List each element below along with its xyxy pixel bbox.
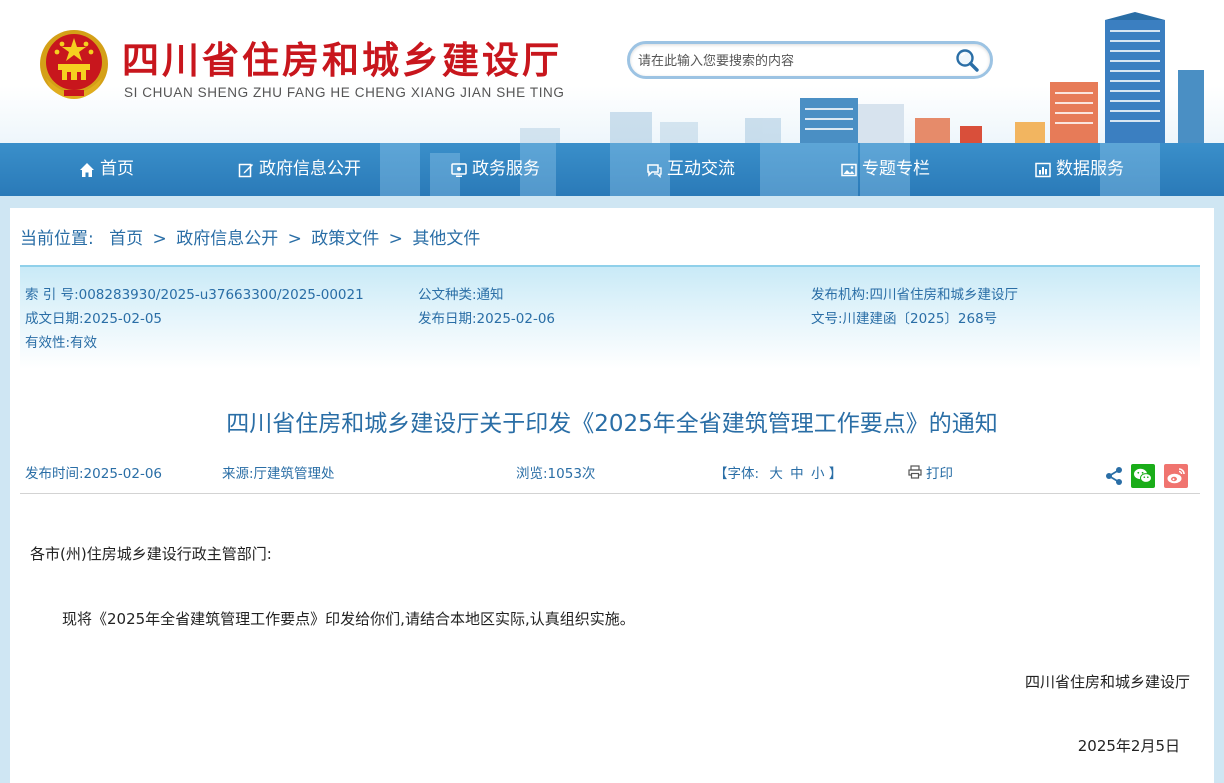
nav-item-label: 数据服务 (1056, 159, 1124, 179)
meta-doc-no: 文号:川建建函〔2025〕268号 (811, 311, 998, 327)
breadcrumb-policy[interactable]: 政策文件 (311, 229, 379, 249)
share-icon[interactable] (1102, 464, 1126, 488)
nav-item-gov-info[interactable]: 政府信息公开 (238, 143, 361, 196)
article-date: 2025年2月5日 (1077, 737, 1180, 755)
meta-index-no: 索 引 号:008283930/2025-u37663300/2025-0002… (25, 287, 364, 303)
font-large-button[interactable]: 大 (769, 466, 783, 482)
nav-item-label: 政府信息公开 (259, 159, 361, 179)
font-size-label: 【字体: (714, 466, 760, 482)
article-salutation: 各市(州)住房城乡建设行政主管部门: (30, 545, 272, 563)
nav-item-topics[interactable]: 专题专栏 (841, 143, 930, 196)
article-title: 四川省住房和城乡建设厅关于印发《2025年全省建筑管理工作要点》的通知 (226, 411, 998, 437)
breadcrumb-separator: > (152, 229, 167, 249)
document-meta: 索 引 号:008283930/2025-u37663300/2025-0002… (20, 265, 1200, 369)
nav-item-label: 政务服务 (472, 159, 540, 179)
print-button[interactable]: 打印 (908, 462, 953, 482)
print-icon (908, 465, 922, 479)
breadcrumb-separator: > (388, 229, 403, 249)
article-views: 浏览:1053次 (516, 466, 596, 482)
article-paragraph: 现将《2025年全省建筑管理工作要点》印发给你们,请结合本地区实际,认真组织实施… (62, 610, 635, 628)
meta-issuer: 发布机构:四川省住房和城乡建设厅 (811, 287, 1019, 303)
chat-icon (647, 163, 662, 178)
meta-doc-type: 公文种类:通知 (418, 287, 504, 303)
breadcrumb-separator: > (287, 229, 302, 249)
city-skyline-illustration (520, 12, 1204, 143)
nav-item-label: 互动交流 (667, 159, 735, 179)
image-icon (841, 163, 857, 176)
home-icon (80, 162, 94, 177)
font-size-close: 】 (828, 466, 843, 482)
meta-created-date: 成文日期:2025-02-05 (25, 311, 163, 327)
site-header: 四川省住房和城乡建设厅 SI CHUAN SHENG ZHU FANG HE C… (0, 0, 1224, 143)
article-source: 来源:厅建筑管理处 (222, 466, 335, 482)
content-panel: 当前位置: 首页 > 政府信息公开 > 政策文件 > 其他文件 索 引 号:00… (10, 208, 1214, 783)
breadcrumb-other-docs[interactable]: 其他文件 (412, 229, 480, 249)
article-signature: 四川省住房和城乡建设厅 (1024, 673, 1190, 691)
nav-item-data[interactable]: 数据服务 (1035, 143, 1124, 196)
nav-item-label: 首页 (100, 159, 134, 179)
weibo-share-icon[interactable] (1164, 464, 1188, 488)
nav-item-services[interactable]: 政务服务 (451, 143, 540, 196)
breadcrumb-home[interactable]: 首页 (109, 229, 143, 249)
nav-item-home[interactable]: 首页 (79, 143, 134, 196)
national-emblem-icon (40, 30, 108, 99)
meta-validity: 有效性:有效 (25, 335, 98, 351)
print-label: 打印 (926, 466, 953, 482)
edit-icon (238, 163, 253, 177)
wechat-share-icon[interactable] (1131, 464, 1155, 488)
main-nav: 首页 政府信息公开 政务服务 互动交流 专题专栏 数据服务 (0, 143, 1224, 196)
font-size-control: 【字体: 大 中 小 】 (714, 462, 842, 482)
breadcrumb-prefix: 当前位置: (20, 229, 94, 249)
meta-publish-date: 发布日期:2025-02-06 (418, 311, 556, 327)
breadcrumb-gov-info[interactable]: 政府信息公开 (176, 229, 278, 249)
article-publish-time: 发布时间:2025-02-06 (25, 466, 163, 482)
monitor-icon (451, 162, 467, 177)
chart-icon (1035, 162, 1051, 177)
font-medium-button[interactable]: 中 (790, 466, 804, 482)
font-small-button[interactable]: 小 (811, 466, 825, 482)
nav-item-interaction[interactable]: 互动交流 (646, 143, 735, 196)
title-divider (20, 493, 1200, 494)
breadcrumb: 当前位置: 首页 > 政府信息公开 > 政策文件 > 其他文件 (20, 224, 480, 249)
nav-item-label: 专题专栏 (862, 159, 930, 179)
